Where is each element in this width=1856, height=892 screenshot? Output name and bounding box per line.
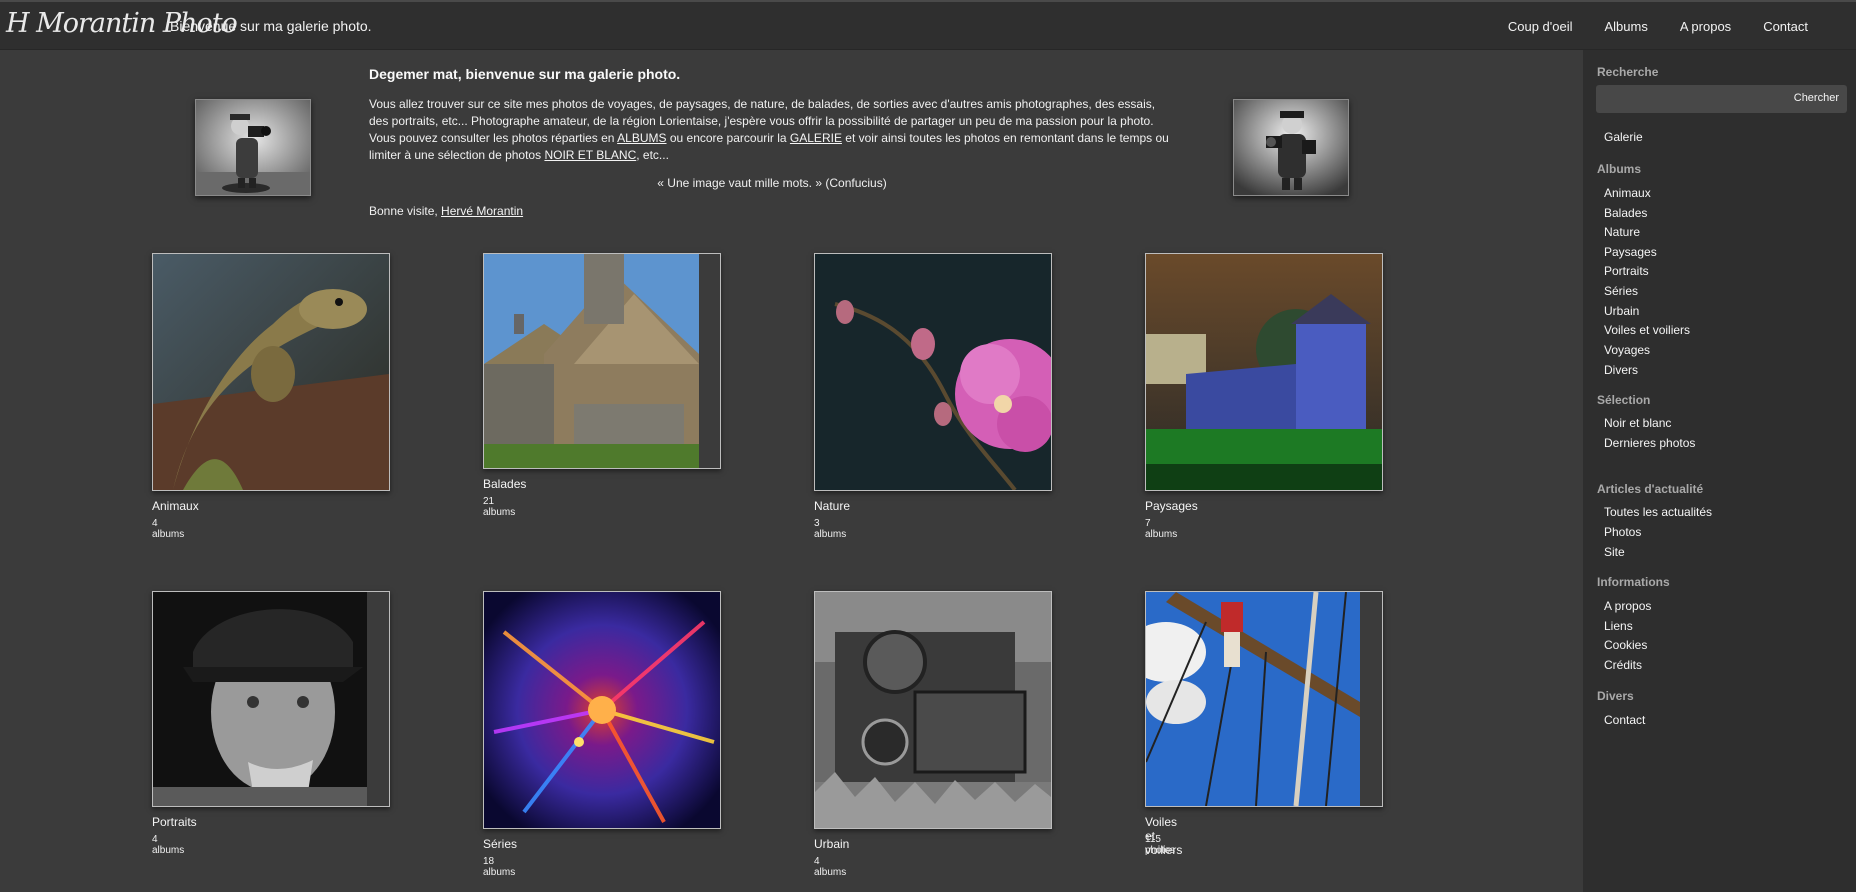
sidebar-item-cookies[interactable]: Cookies	[1604, 638, 1647, 652]
link-albums[interactable]: ALBUMS	[617, 131, 666, 145]
sidebar-item-series[interactable]: Séries	[1604, 284, 1638, 298]
sidebar-item-balades[interactable]: Balades	[1604, 206, 1647, 220]
link-author[interactable]: Hervé Morantin	[441, 204, 523, 218]
sidebar-item-voiles-et-voiliers[interactable]: Voiles et voiliers	[1604, 323, 1690, 337]
sidebar-item-divers[interactable]: Divers	[1604, 363, 1638, 377]
album-thumbnail[interactable]	[814, 591, 1052, 829]
album-name[interactable]: Animaux	[152, 499, 199, 513]
album-name[interactable]: Urbain	[814, 837, 849, 851]
sidebar-item-toutes-les-actualites[interactable]: Toutes les actualités	[1604, 505, 1712, 519]
sidebar-item-liens[interactable]: Liens	[1604, 619, 1633, 633]
album-thumbnail[interactable]	[483, 591, 721, 829]
album-count: 4 albums	[814, 856, 847, 878]
search-button[interactable]: Chercher	[1794, 92, 1839, 104]
album-count: 4 albums	[152, 518, 185, 540]
sidebar-item-credits[interactable]: Crédits	[1604, 658, 1642, 672]
album-thumbnail[interactable]	[1145, 591, 1383, 807]
intro-signoff: Bonne visite, Hervé Morantin	[369, 204, 524, 218]
nav-coup-d-oeil[interactable]: Coup d'oeil	[1508, 19, 1573, 34]
album-thumbnail[interactable]	[152, 253, 390, 491]
intro-quote: « Une image vaut mille mots. » (Confuciu…	[657, 176, 887, 190]
album-thumbnail[interactable]	[152, 591, 390, 807]
search-heading: Recherche	[1597, 65, 1659, 79]
album-thumbnail[interactable]	[483, 253, 721, 469]
articles-heading: Articles d'actualité	[1597, 482, 1704, 496]
album-thumbnail[interactable]	[1145, 253, 1383, 491]
site-tagline: Bienvenue sur ma galerie photo.	[170, 18, 372, 34]
sidebar-item-dernieres-photos[interactable]: Dernieres photos	[1604, 436, 1695, 450]
selection-heading: Sélection	[1597, 393, 1651, 407]
sidebar-item-urbain[interactable]: Urbain	[1604, 304, 1639, 318]
intro-paragraph: Vous allez trouver sur ce site mes photo…	[369, 97, 1169, 162]
sidebar-item-photos[interactable]: Photos	[1604, 525, 1641, 539]
album-count: 3 albums	[814, 518, 847, 540]
album-name[interactable]: Paysages	[1145, 499, 1198, 513]
sidebar-item-voyages[interactable]: Voyages	[1604, 343, 1650, 357]
sidebar-item-site[interactable]: Site	[1604, 545, 1625, 559]
intro-photo-left	[195, 99, 311, 196]
nav-a-propos[interactable]: A propos	[1680, 19, 1731, 34]
album-count: 7 albums	[1145, 518, 1178, 540]
album-count: 21 albums	[483, 496, 516, 518]
main-content: Degemer mat, bienvenue sur ma galerie ph…	[0, 50, 1583, 892]
nav-contact[interactable]: Contact	[1763, 19, 1808, 34]
sidebar-item-noir-et-blanc[interactable]: Noir et blanc	[1604, 416, 1671, 430]
intro-title: Degemer mat, bienvenue sur ma galerie ph…	[369, 66, 681, 82]
intro-section: Degemer mat, bienvenue sur ma galerie ph…	[369, 66, 1175, 220]
right-sidebar: Recherche Chercher Galerie Albums Animau…	[1583, 50, 1856, 892]
sidebar-item-portraits[interactable]: Portraits	[1604, 264, 1649, 278]
sidebar-item-a-propos[interactable]: A propos	[1604, 599, 1651, 613]
album-count: 115 photos	[1145, 834, 1176, 856]
top-navbar: H Morantin Photo Bienvenue sur ma galeri…	[0, 0, 1856, 50]
album-name[interactable]: Nature	[814, 499, 850, 513]
informations-heading: Informations	[1597, 575, 1670, 589]
sidebar-item-nature[interactable]: Nature	[1604, 225, 1640, 239]
album-count: 4 albums	[152, 834, 185, 856]
album-name[interactable]: Portraits	[152, 815, 197, 829]
intro-photo-right	[1233, 99, 1349, 196]
album-count: 18 albums	[483, 856, 516, 878]
sidebar-item-contact[interactable]: Contact	[1604, 713, 1645, 727]
divers-heading: Divers	[1597, 689, 1634, 703]
nav-albums[interactable]: Albums	[1605, 19, 1648, 34]
sidebar-item-paysages[interactable]: Paysages	[1604, 245, 1657, 259]
sidebar-item-animaux[interactable]: Animaux	[1604, 186, 1651, 200]
link-noir-et-blanc[interactable]: NOIR ET BLANC	[544, 148, 636, 162]
link-galerie[interactable]: GALERIE	[790, 131, 842, 145]
album-name[interactable]: Séries	[483, 837, 517, 851]
main-nav: Coup d'oeil Albums A propos Contact	[1476, 19, 1808, 34]
search-input[interactable]: Chercher	[1596, 85, 1847, 113]
album-name[interactable]: Balades	[483, 477, 526, 491]
album-thumbnail[interactable]	[814, 253, 1052, 491]
albums-heading: Albums	[1597, 162, 1642, 176]
sidebar-item-galerie[interactable]: Galerie	[1604, 130, 1643, 144]
